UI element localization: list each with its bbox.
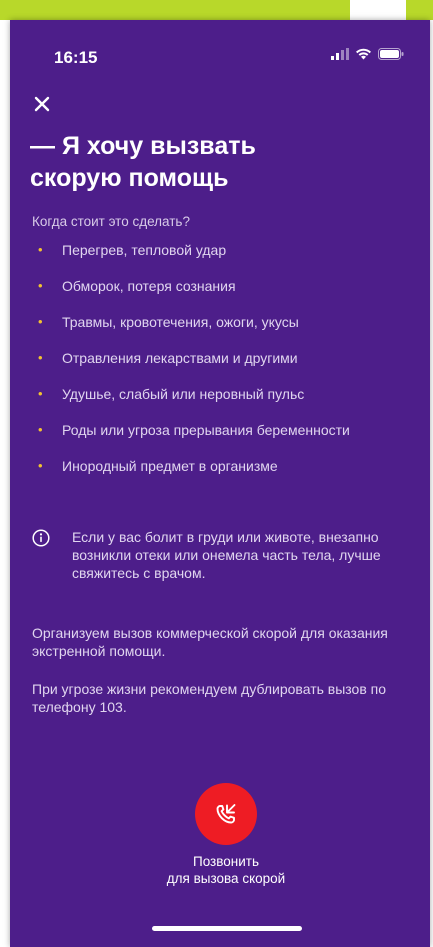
status-icons [331, 48, 404, 60]
call-caption-line-1: Позвонить [193, 854, 259, 869]
list-item: • Обморок, потеря сознания [32, 278, 350, 314]
home-indicator[interactable] [152, 926, 302, 931]
symptom-text: Роды или угроза прерывания беременности [62, 422, 350, 438]
bullet-icon: • [38, 350, 43, 365]
symptom-text: Удушье, слабый или неровный пульс [62, 386, 305, 402]
app-screen: 16:15 — Я хочу вызвать скорую помощь Ког… [10, 20, 430, 947]
title-line-2: скорую помощь [30, 164, 229, 192]
title-line-1: — Я хочу вызвать [30, 132, 256, 160]
bullet-icon: • [38, 458, 43, 473]
notice-text: Если у вас болит в груди или животе, вне… [72, 529, 381, 581]
top-notch [350, 0, 406, 20]
symptoms-list: • Перегрев, тепловой удар • Обморок, потер… [32, 242, 350, 494]
battery-icon [378, 48, 404, 60]
symptom-text: Обморок, потеря сознания [62, 278, 236, 294]
commercial-call-paragraph: Организуем вызов коммерческой скорой для… [32, 625, 388, 659]
list-item: • Инородный предмет в организме [32, 458, 350, 494]
phone-frame: 16:15 — Я хочу вызвать скорую помощь Ког… [0, 0, 433, 947]
bullet-icon: • [38, 386, 43, 401]
symptom-text: Инородный предмет в организме [62, 458, 278, 474]
page-title: — Я хочу вызвать скорую помощь [30, 130, 410, 194]
status-time: 16:15 [54, 48, 98, 67]
close-button[interactable] [30, 92, 54, 116]
bullet-icon: • [38, 278, 43, 293]
symptom-text: Перегрев, тепловой удар [62, 242, 227, 258]
call-caption: Позвонить для вызова скорой [120, 853, 332, 887]
phone-call-icon [216, 804, 236, 824]
bullet-icon: • [38, 314, 43, 329]
emergency-103-paragraph: При угрозе жизни рекомендуем дублировать… [32, 681, 387, 715]
info-icon [32, 529, 50, 547]
call-ambulance-button[interactable] [195, 783, 257, 845]
status-bar: 16:15 [10, 20, 430, 90]
symptoms-subtitle: Когда стоит это сделать? [32, 214, 190, 229]
symptom-text: Отравления лекарствами и другими [62, 350, 298, 366]
wifi-icon [356, 48, 371, 60]
list-item: • Роды или угроза прерывания беременности [32, 422, 350, 458]
list-item: • Отравления лекарствами и другими [32, 350, 350, 386]
list-item: • Перегрев, тепловой удар [32, 242, 350, 278]
list-item: • Удушье, слабый или неровный пульс [32, 386, 350, 422]
symptom-text: Травмы, кровотечения, ожоги, укусы [62, 314, 299, 330]
bullet-icon: • [38, 422, 43, 437]
cellular-signal-icon [331, 48, 349, 60]
list-item: • Травмы, кровотечения, ожоги, укусы [32, 314, 350, 350]
info-notice: Если у вас болит в груди или животе, вне… [32, 528, 422, 582]
bullet-icon: • [38, 242, 43, 257]
close-icon [34, 96, 50, 112]
call-caption-line-2: для вызова скорой [166, 871, 286, 886]
